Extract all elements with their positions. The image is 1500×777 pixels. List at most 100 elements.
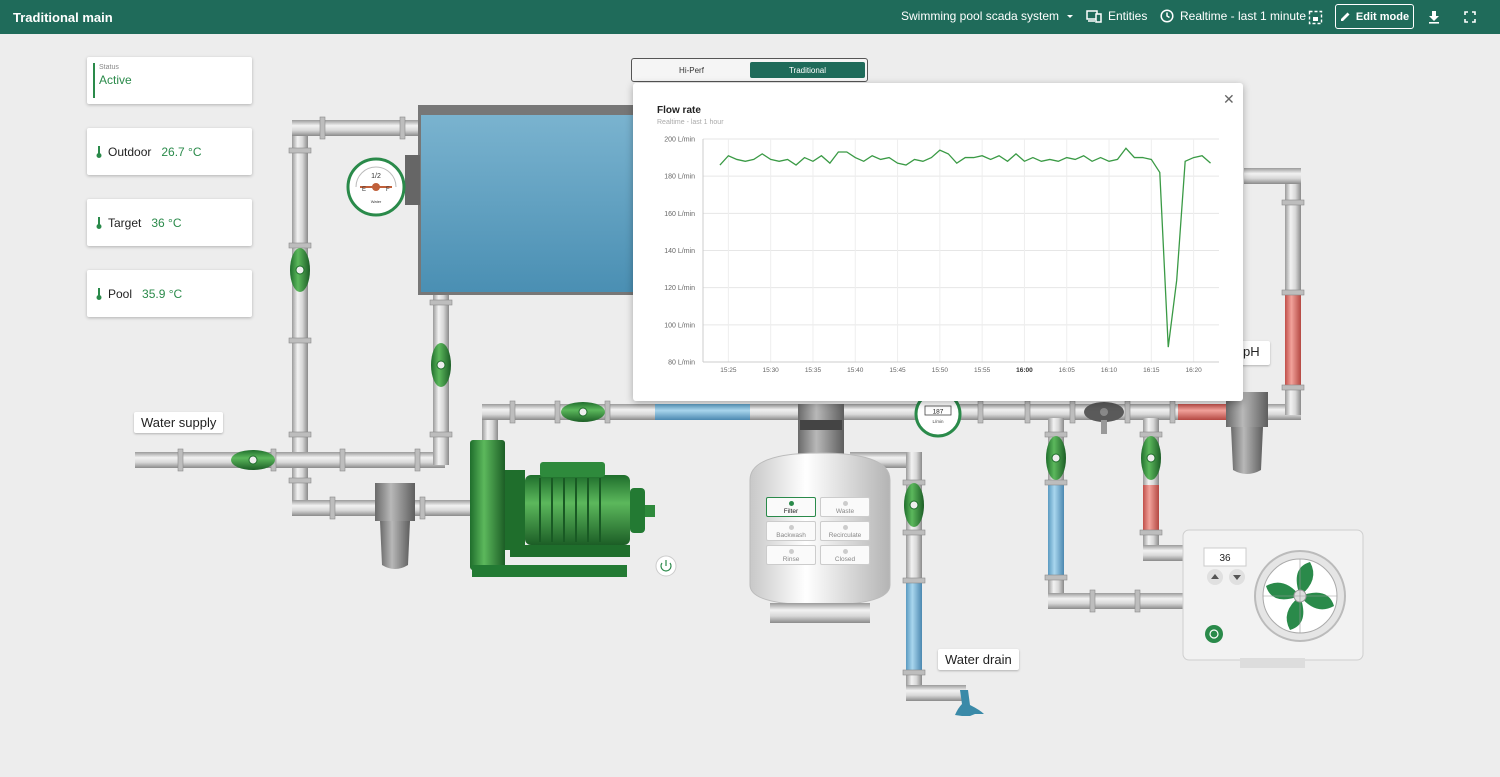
pool-value: 35.9 °C: [142, 286, 183, 301]
valve-left-vertical: [290, 248, 310, 292]
edit-mode-button[interactable]: Edit mode: [1335, 4, 1414, 29]
water-supply-label: Water supply: [134, 412, 224, 433]
outdoor-value: 26.7 °C: [161, 144, 202, 159]
heat-pump-setpoint: 36: [1219, 553, 1231, 564]
water-drain-label: Water drain: [938, 649, 1019, 670]
fullscreen-button[interactable]: [1461, 8, 1479, 26]
strainer-left: [375, 483, 415, 569]
y-tick-label: 180 L/min: [664, 174, 695, 181]
thermometer-icon: [96, 287, 102, 300]
outdoor-label: Outdoor: [108, 144, 152, 159]
dashboard-select-label: Swimming pool scada system: [901, 9, 1060, 23]
outdoor-temp-card: Outdoor 26.7 °C: [87, 128, 252, 175]
time-window-label: Realtime - last 1 minute: [1180, 9, 1307, 23]
flow-meter-unit: L/min: [932, 419, 944, 424]
x-tick-label: 16:05: [1059, 367, 1076, 374]
valve-mode-label: Closed: [834, 556, 856, 563]
status-card: Status Active: [87, 57, 252, 104]
heat-pump: 36: [1182, 529, 1364, 668]
fullscreen-icon: [1464, 11, 1476, 23]
y-tick-label: 200 L/min: [664, 137, 695, 144]
valve-mode-rinse[interactable]: Rinse: [766, 545, 816, 565]
valve-drain: [904, 483, 924, 527]
x-tick-label: 15:55: [974, 367, 991, 374]
devices-icon: [1086, 10, 1102, 23]
status-indicator-bar: [93, 63, 95, 98]
x-tick-label: 16:15: [1143, 367, 1160, 374]
gauge-name: Water: [371, 199, 382, 204]
x-tick-label: 15:25: [720, 367, 737, 374]
view-toggle: Hi-Perf Traditional: [631, 58, 868, 82]
x-tick-label: 15:30: [763, 367, 780, 374]
valve-mode-closed[interactable]: Closed: [820, 545, 870, 565]
thermometer-icon: [96, 216, 102, 229]
pencil-icon: [1340, 12, 1350, 21]
valve-mode-label: Filter: [783, 508, 799, 515]
valve-mode-indicator: [843, 549, 848, 554]
thermometer-icon: [96, 145, 102, 158]
bypass-valve: [1084, 402, 1124, 434]
flow-rate-chart: 80 L/min 100 L/min 120 L/min 140 L/min 160 L…: [664, 137, 1219, 374]
toggle-traditional[interactable]: Traditional: [750, 62, 865, 78]
page-title: Traditional main: [13, 10, 113, 25]
target-label: Target: [108, 215, 142, 230]
valve-mode-waste[interactable]: Waste: [820, 497, 870, 517]
valve-pump-outlet: [561, 402, 605, 422]
valve-mode-filter[interactable]: Filter: [766, 497, 816, 517]
pool-temp-card: Pool 35.9 °C: [87, 270, 252, 317]
layout-icon: [1308, 10, 1322, 24]
caret-down-icon: [1067, 15, 1074, 18]
valve-mode-indicator: [789, 525, 794, 530]
pool-label: Pool: [108, 286, 133, 301]
valve-mode-recirculate[interactable]: Recirculate: [820, 521, 870, 541]
clock-icon: [1160, 9, 1174, 23]
valve-mode-indicator: [843, 501, 848, 506]
target-temp-card: Target 36 °C: [87, 199, 252, 246]
flow-meter-value: 187: [933, 409, 944, 416]
edit-mode-label: Edit mode: [1355, 10, 1410, 23]
valve-mode-indicator: [789, 549, 794, 554]
valve-mode-backwash[interactable]: Backwash: [766, 521, 816, 541]
top-bar: Traditional main Swimming pool scada sys…: [0, 0, 1500, 34]
gauge-value: 1/2: [371, 173, 381, 180]
valve-heat-in: [1046, 436, 1066, 480]
status-value: Active: [99, 73, 132, 87]
x-tick-label: 16:00: [1016, 367, 1033, 374]
y-tick-label: 120 L/min: [664, 285, 695, 292]
gauge-empty: E: [362, 187, 366, 193]
gauge-full: F: [386, 187, 390, 193]
y-tick-label: 100 L/min: [664, 322, 695, 329]
x-tick-label: 16:10: [1101, 367, 1118, 374]
valve-pool-outlet: [431, 343, 451, 387]
toggle-hi-perf[interactable]: Hi-Perf: [634, 62, 749, 78]
pool-tank: [405, 105, 643, 295]
x-tick-label: 16:20: [1185, 367, 1202, 374]
valve-mode-label: Rinse: [782, 556, 800, 563]
x-tick-label: 15:40: [847, 367, 864, 374]
flow-rate-popup: Flow rate Realtime - last 1 hour ✕ 80 L/…: [633, 83, 1243, 401]
chemical-tank: [1226, 392, 1268, 474]
valve-mode-indicator: [789, 501, 794, 506]
dashboard-select[interactable]: Swimming pool scada system: [901, 9, 1075, 23]
valve-mode-label: Waste: [835, 508, 855, 515]
valve-mode-label: Recirculate: [828, 532, 862, 539]
pump: [470, 440, 655, 577]
entities-label: Entities: [1108, 9, 1148, 23]
entities-button[interactable]: Entities: [1086, 9, 1147, 23]
valve-heat-out: [1141, 436, 1161, 480]
x-tick-label: 15:45: [889, 367, 906, 374]
y-tick-label: 160 L/min: [664, 211, 695, 218]
valve-mode-label: Backwash: [776, 532, 806, 539]
y-tick-label: 140 L/min: [664, 248, 695, 255]
x-tick-label: 15:35: [805, 367, 822, 374]
layout-button[interactable]: [1306, 8, 1324, 26]
valve-supply: [231, 450, 275, 470]
download-icon: [1429, 11, 1439, 24]
download-button[interactable]: [1425, 8, 1443, 26]
time-window-button[interactable]: Realtime - last 1 minute: [1160, 9, 1306, 23]
valve-mode-indicator: [843, 525, 848, 530]
flow-rate-line: [719, 147, 1211, 348]
x-tick-label: 15:50: [932, 367, 949, 374]
multiport-valve-panel: Filter Waste Backwash Recirculate Rinse Close…: [766, 497, 874, 567]
pump-power-icon[interactable]: [655, 555, 677, 577]
